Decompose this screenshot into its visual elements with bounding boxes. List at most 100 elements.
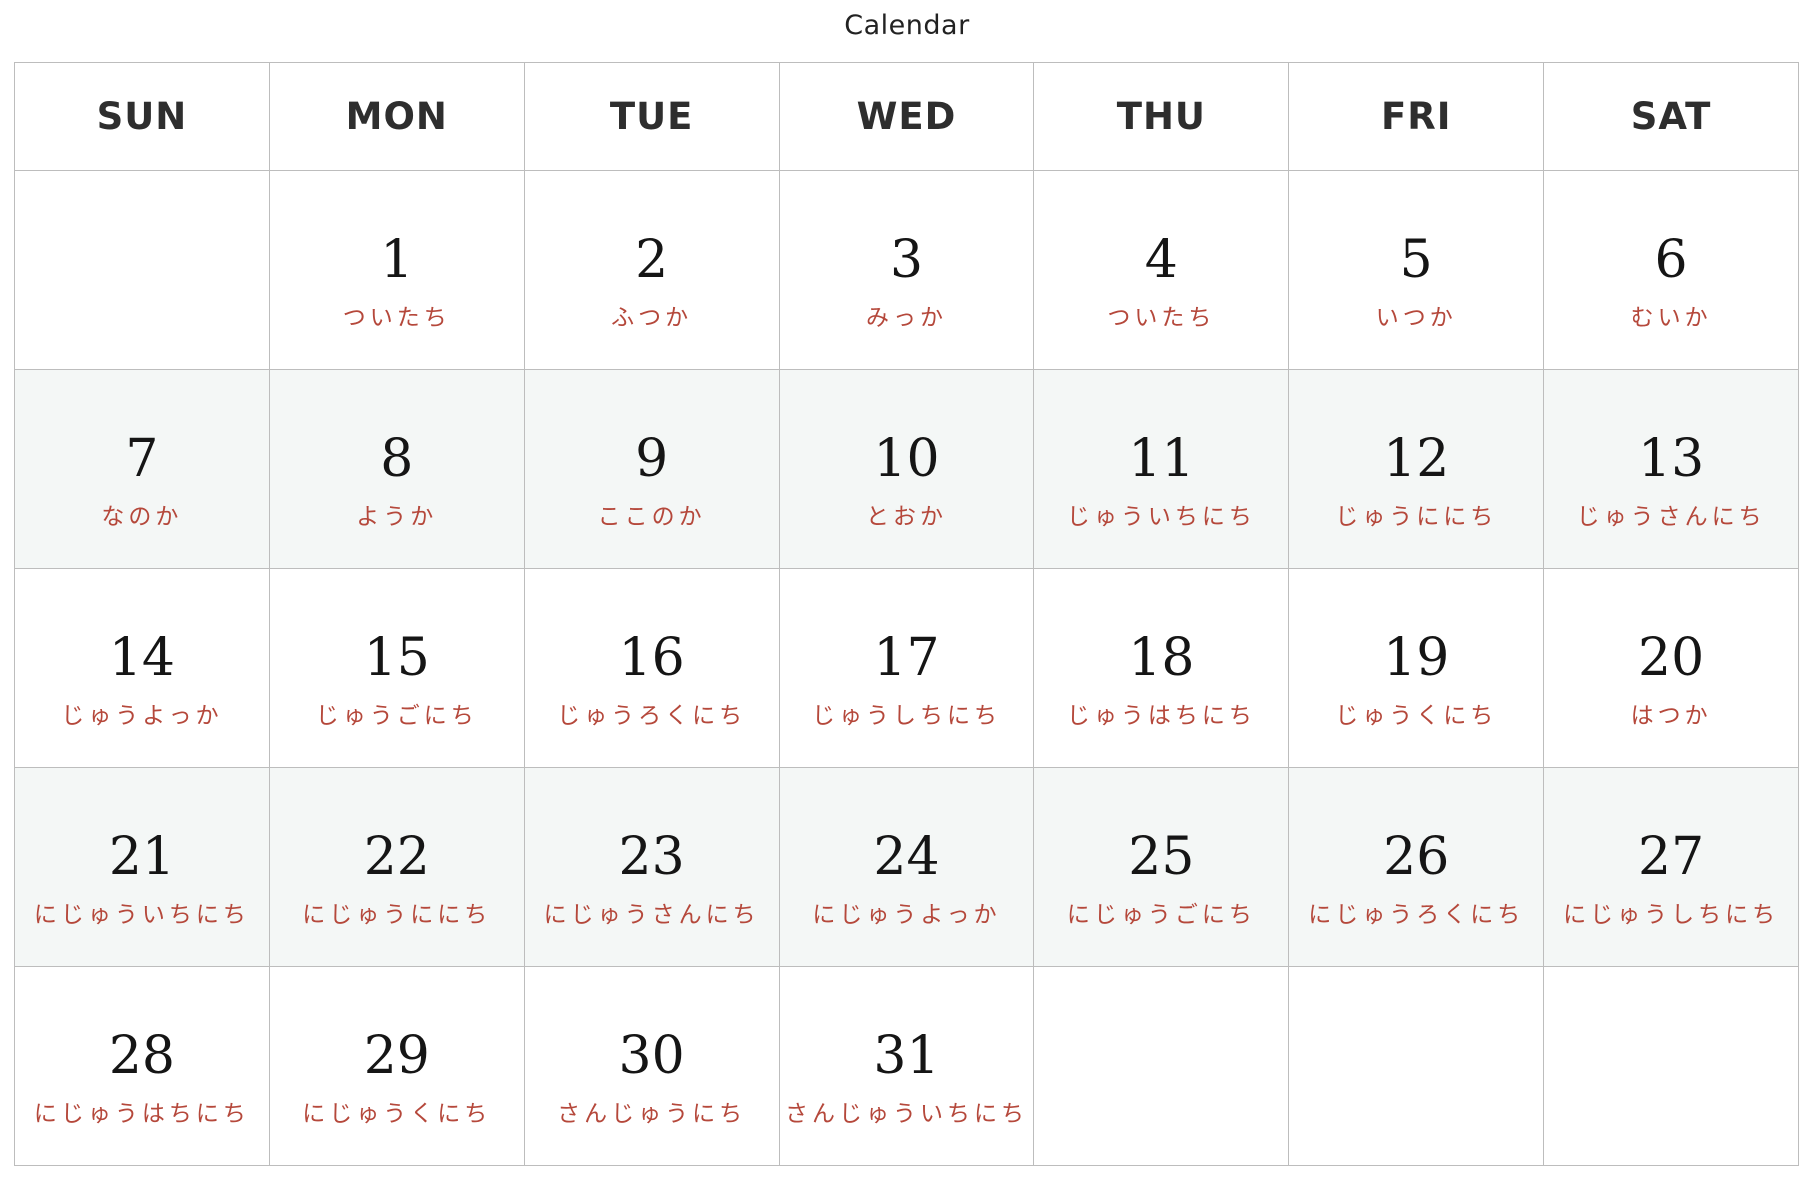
day-number: 1 [380,230,414,290]
weekday-header-wed: WED [779,63,1035,171]
day-number: 11 [1128,429,1195,489]
day-cell[interactable]: 11 じゅういちにち [1034,370,1290,569]
day-reading: とおか [865,504,947,530]
day-reading: みっか [865,305,947,331]
day-cell[interactable]: 22 にじゅうににち [269,768,525,967]
day-reading: ついたち [342,305,451,331]
day-number: 25 [1128,827,1195,887]
day-number: 19 [1383,628,1450,688]
day-cell[interactable]: 26 にじゅうろくにち [1289,768,1545,967]
day-number: 3 [889,230,924,290]
day-cell[interactable]: 27 にじゅうしちにち [1544,768,1799,967]
day-number: 2 [635,230,669,290]
day-cell[interactable]: 23 にじゅうさんにち [524,768,780,967]
day-cell[interactable]: 9 ここのか [524,370,780,569]
day-cell[interactable]: 12 じゅうににち [1289,370,1545,569]
day-reading: にじゅうくにち [302,1101,492,1127]
day-reading: にじゅうよっか [812,902,1001,928]
weekday-header-sat: SAT [1544,63,1799,171]
day-number: 26 [1383,827,1450,887]
day-cell[interactable]: 8 ようか [269,370,525,569]
day-number: 21 [108,827,175,887]
weekday-header-sun: SUN [15,63,270,171]
day-reading: じゅうはちにち [1066,703,1256,729]
day-number: 17 [873,628,940,688]
day-number: 22 [363,827,430,887]
day-reading: じゅうくにち [1335,703,1498,729]
day-cell[interactable]: 7 なのか [15,370,270,569]
day-number: 10 [873,429,940,489]
day-number: 4 [1144,230,1178,290]
day-reading: にじゅうはちにち [33,1101,250,1127]
day-cell[interactable]: 3 みっか [779,171,1035,370]
calendar-grid: SUN MON TUE WED THU FRI SAT 1 ついたち 2 ふつか 3… [14,62,1799,1166]
day-reading: ふつか [611,305,693,331]
day-reading: にじゅうしちにち [1563,902,1780,928]
day-cell[interactable]: 28 にじゅうはちにち [15,967,270,1166]
day-cell-empty [15,171,270,370]
weekday-label: WED [856,95,957,138]
day-reading: ようか [356,504,438,530]
day-reading: なのか [101,504,183,530]
day-number: 12 [1383,429,1450,489]
day-cell[interactable]: 2 ふつか [524,171,780,370]
day-cell[interactable]: 5 いつか [1289,171,1545,370]
day-cell[interactable]: 20 はつか [1544,569,1799,768]
day-cell[interactable]: 10 とおか [779,370,1035,569]
day-number: 13 [1637,429,1705,489]
day-reading: ついたち [1107,305,1216,331]
day-cell[interactable]: 19 じゅうくにち [1289,569,1545,768]
weekday-label: FRI [1380,95,1452,138]
day-cell[interactable]: 17 じゅうしちにち [779,569,1035,768]
day-cell[interactable]: 29 にじゅうくにち [269,967,525,1166]
day-cell[interactable]: 16 じゅうろくにち [524,569,780,768]
day-reading: じゅうさんにち [1576,504,1766,530]
day-reading: にじゅうににち [302,902,492,928]
day-cell[interactable]: 31 さんじゅういちにち [779,967,1035,1166]
day-number: 31 [873,1026,940,1086]
weekday-header-fri: FRI [1289,63,1545,171]
day-cell[interactable]: 25 にじゅうごにち [1034,768,1290,967]
day-number: 15 [363,628,430,688]
day-cell[interactable]: 14 じゅうよっか [15,569,270,768]
day-cell[interactable]: 15 じゅうごにち [269,569,525,768]
weekday-label: MON [345,95,448,138]
day-cell[interactable]: 6 むいか [1544,171,1799,370]
day-reading: じゅうごにち [315,703,478,729]
day-cell[interactable]: 18 じゅうはちにち [1034,569,1290,768]
day-cell[interactable]: 1 ついたち [269,171,525,370]
day-reading: ここのか [597,504,706,530]
day-reading: はつか [1630,703,1712,729]
day-reading: にじゅうさんにち [543,902,760,928]
day-number: 9 [635,429,669,489]
day-number: 18 [1128,628,1195,688]
day-number: 24 [873,827,940,887]
day-cell-empty [1034,967,1290,1166]
day-number: 5 [1399,230,1433,290]
weekday-header-thu: THU [1034,63,1290,171]
day-number: 14 [108,628,175,688]
day-cell[interactable]: 4 ついたち [1034,171,1290,370]
day-reading: にじゅうろくにち [1308,902,1525,928]
day-number: 16 [618,628,685,688]
day-reading: にじゅういちにち [33,902,250,928]
day-reading: じゅういちにち [1066,504,1256,530]
weekday-label: SUN [96,95,188,138]
day-cell[interactable]: 21 にじゅういちにち [15,768,270,967]
day-number: 28 [108,1026,175,1086]
day-cell[interactable]: 30 さんじゅうにち [524,967,780,1166]
weekday-label: SAT [1630,95,1712,138]
day-reading: じゅうしちにち [811,703,1001,729]
day-number: 7 [125,429,159,489]
weekday-header-mon: MON [269,63,525,171]
day-number: 29 [363,1026,430,1086]
day-cell[interactable]: 13 じゅうさんにち [1544,370,1799,569]
day-number: 20 [1637,628,1705,688]
page-title: Calendar [844,10,970,41]
day-cell[interactable]: 24 にじゅうよっか [779,768,1035,967]
day-reading: いつか [1375,305,1457,331]
day-reading: じゅうよっか [61,703,223,729]
day-number: 27 [1637,827,1705,887]
day-cell-empty [1544,967,1799,1166]
day-reading: さんじゅういちにち [784,1101,1028,1127]
